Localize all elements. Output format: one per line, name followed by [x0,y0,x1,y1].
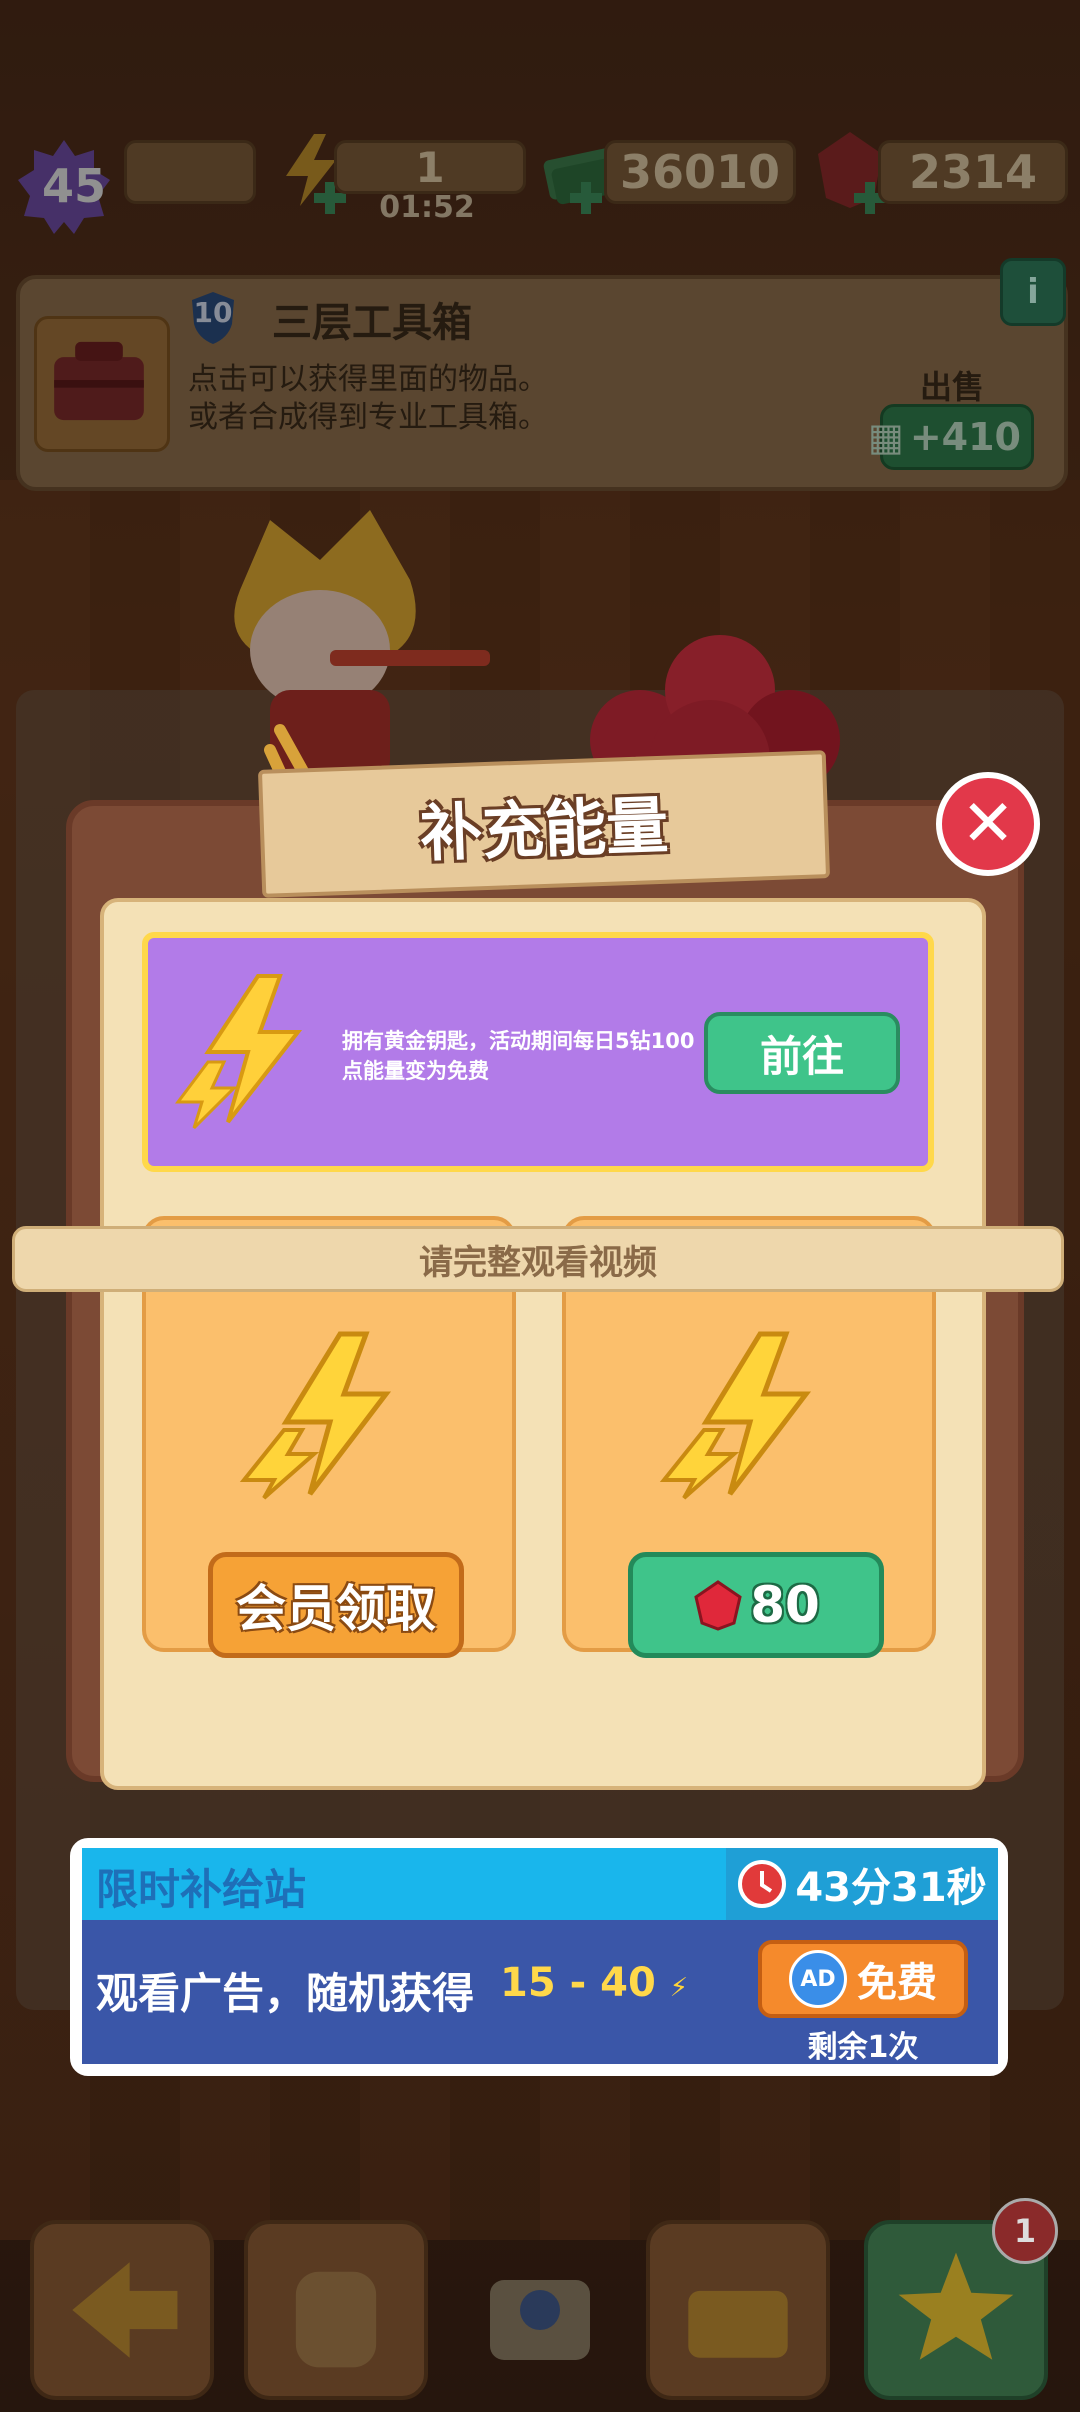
go-button[interactable]: 前往 [704,1012,900,1094]
back-arrow-icon [72,2262,178,2358]
basket-icon [688,2290,788,2358]
backpack-button[interactable] [244,2220,428,2400]
ruby-icon [694,1580,742,1631]
toolbox-icon [490,2280,590,2360]
watch-video-hint: 请完整观看视频 [12,1226,1064,1292]
free-label: 免费 [857,1960,937,2006]
energy-bolts-icon [175,974,303,1130]
vip-claim-button[interactable]: 会员领取 [208,1552,464,1658]
close-icon: ✕ [961,787,1015,861]
backpack-icon [295,2271,377,2368]
energy-bolts-icon [239,1331,392,1500]
supply-range-value: 15 - 40 [500,1960,656,2006]
supply-range: 15 - 40 ⚡ [500,1960,688,2006]
supply-station-title: 限时补给站 [96,1864,307,1914]
gem-cost: 80 [750,1576,820,1634]
energy-bolt-icon: ⚡ [669,1973,688,2003]
back-button[interactable] [30,2220,214,2400]
free-ad-button[interactable]: AD 免费 [758,1940,968,2018]
remaining-count: 剩余1次 [807,2030,919,2065]
supply-description: 观看广告，随机获得 [96,1969,475,2018]
gem-purchase-button[interactable]: 80 [628,1552,884,1658]
supply-timer-text: 43分31秒 [795,1865,987,1911]
notification-badge: 1 [992,2198,1058,2264]
ad-badge-icon: AD [789,1950,847,2008]
promo-description: 拥有黄金钥匙，活动期间每日5钻100点能量变为免费 [342,1029,695,1083]
supply-station-timer: 43分31秒 [726,1848,998,1920]
clock-icon [738,1860,787,1908]
toolbox-shortcut[interactable] [470,2240,610,2390]
energy-bolts-icon [659,1331,812,1500]
dialog-title: 补充能量 [257,750,831,898]
close-button[interactable]: ✕ [936,772,1040,876]
shop-basket-button[interactable] [646,2220,830,2400]
